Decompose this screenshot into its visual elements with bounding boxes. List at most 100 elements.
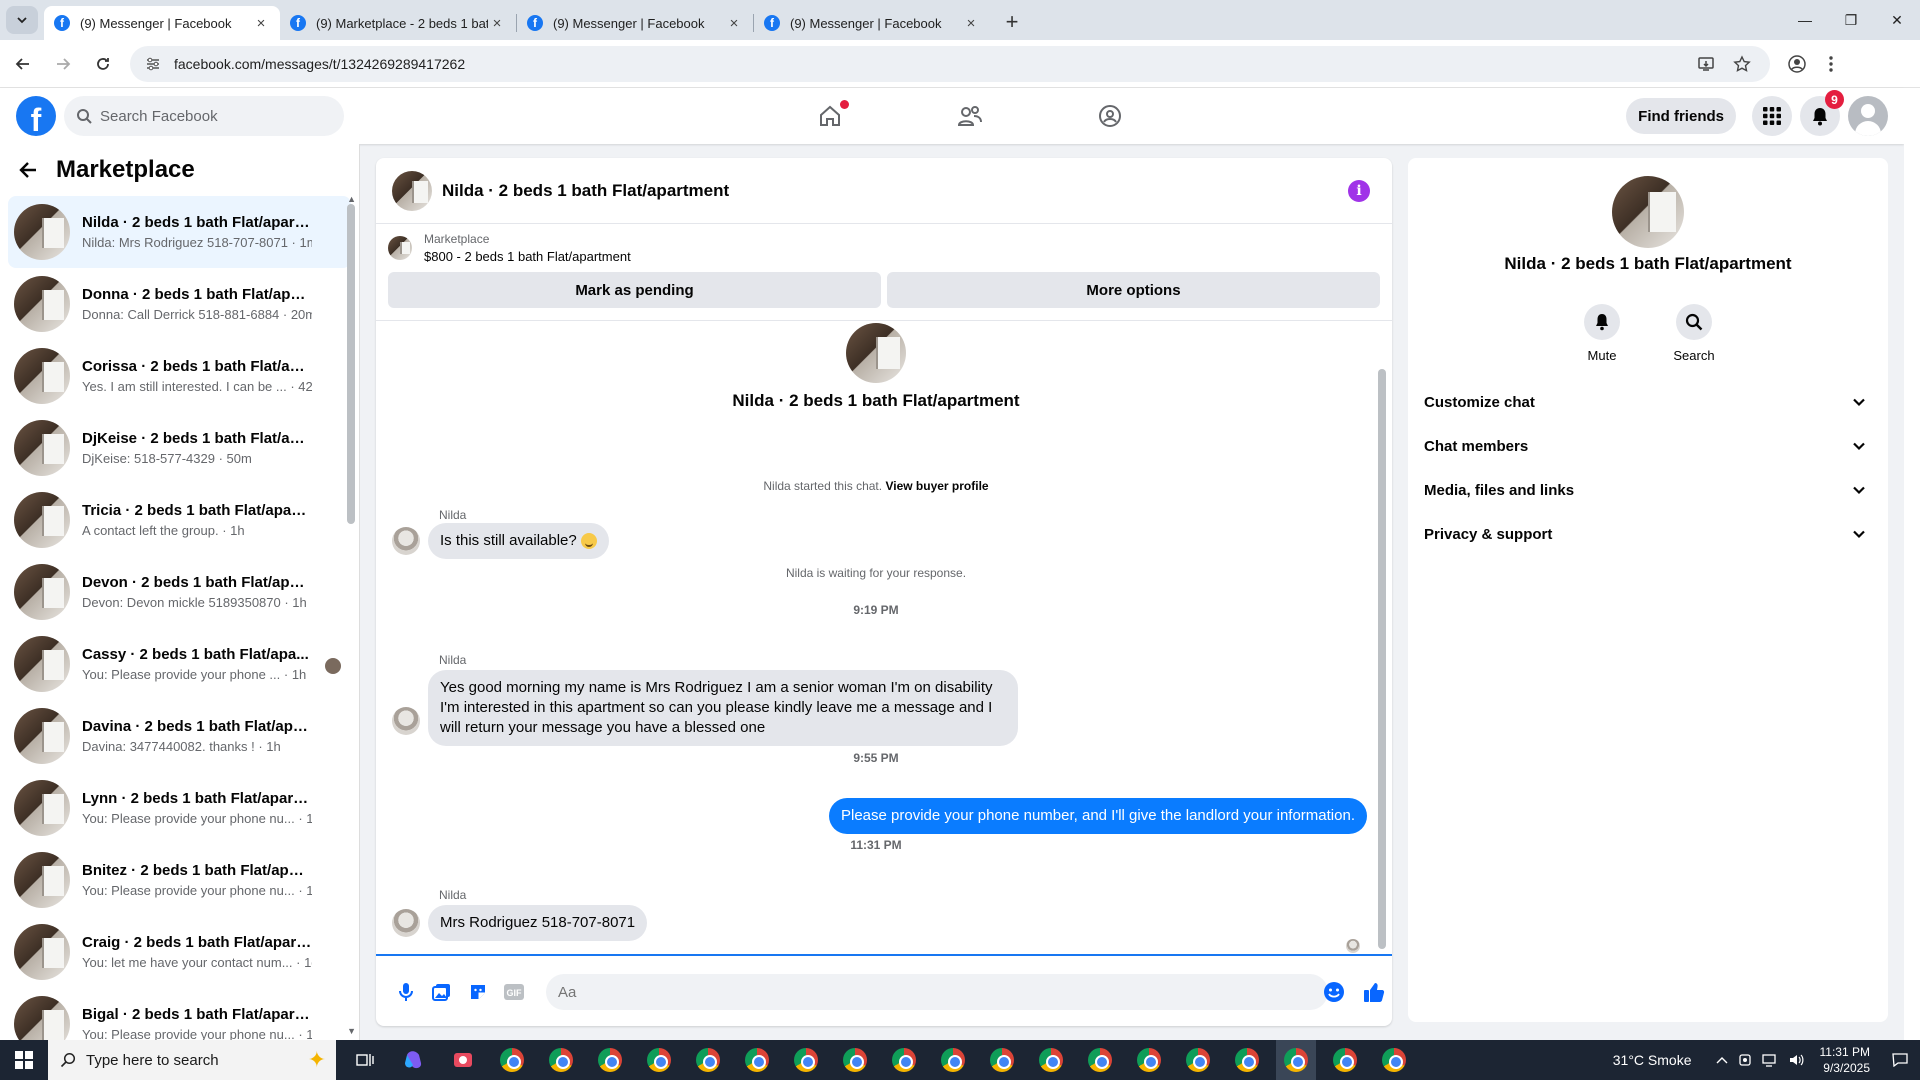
conversation-item[interactable]: Craig · 2 beds 1 bath Flat/apart... You: … [8,916,351,988]
forward-button[interactable] [46,47,80,81]
chrome-icon[interactable] [786,1040,826,1080]
install-app-icon[interactable] [1692,50,1720,78]
chrome-icon[interactable] [1129,1040,1169,1080]
tab-search-button[interactable] [6,6,38,34]
chrome-icon[interactable] [492,1040,532,1080]
bookmark-star-icon[interactable] [1728,50,1756,78]
chrome-icon[interactable] [1227,1040,1267,1080]
chrome-icon[interactable] [688,1040,728,1080]
chrome-icon[interactable] [737,1040,777,1080]
conversation-item[interactable]: Davina · 2 beds 1 bath Flat/apart... Davi… [8,700,351,772]
browser-tab[interactable]: f (9) Messenger | Facebook × [517,6,753,40]
facebook-search-input[interactable]: Search Facebook [64,96,344,136]
reload-button[interactable] [86,47,120,81]
message-bubble-incoming[interactable]: Yes good morning my name is Mrs Rodrigue… [428,670,1018,746]
listing-avatar[interactable] [392,170,432,211]
chrome-icon[interactable] [1374,1040,1414,1080]
nav-groups[interactable] [1040,88,1180,144]
listing-title[interactable]: $800 - 2 beds 1 bath Flat/apartment [424,249,631,264]
conversation-item[interactable]: DjKeise · 2 beds 1 bath Flat/apar... DjKe… [8,412,351,484]
nav-home[interactable] [760,88,900,144]
weather-widget[interactable]: 31°C Smoke [1613,1052,1692,1068]
conversation-item[interactable]: Corissa · 2 beds 1 bath Flat/apar... Yes.… [8,340,351,412]
address-bar[interactable]: facebook.com/messages/t/1324269289417262 [130,45,1770,82]
facebook-logo[interactable]: f [16,96,56,136]
chevron-up-icon[interactable] [1716,1056,1728,1064]
minimize-icon[interactable]: — [1782,0,1828,40]
conversation-item[interactable]: Bnitez · 2 beds 1 bath Flat/apart... You:… [8,844,351,916]
chrome-icon[interactable] [1178,1040,1218,1080]
emoji-icon[interactable] [1316,974,1352,1010]
view-buyer-profile-link[interactable]: View buyer profile [885,479,988,493]
close-icon[interactable]: × [252,14,270,32]
scroll-down-arrow-icon[interactable]: ▼ [347,1026,356,1036]
taskbar-search[interactable]: Type here to search ✦ [48,1040,336,1080]
chrome-icon[interactable] [639,1040,679,1080]
chrome-icon[interactable] [982,1040,1022,1080]
conversation-item[interactable]: Lynn · 2 beds 1 bath Flat/apartm... You: … [8,772,351,844]
scroll-up-arrow-icon[interactable]: ▲ [347,194,356,204]
browser-tab[interactable]: f (9) Messenger | Facebook × [754,6,990,40]
restore-icon[interactable]: ❐ [1828,0,1874,40]
system-clock[interactable]: 11:31 PM 9/3/2025 [1820,1044,1870,1076]
listing-profile-avatar[interactable] [1612,176,1684,248]
conversation-item[interactable]: Donna · 2 beds 1 bath Flat/apart... Donna… [8,268,351,340]
info-icon[interactable]: i [1348,179,1370,202]
notification-center-icon[interactable] [1880,1040,1920,1080]
nav-friends[interactable] [900,88,1040,144]
customize-chat-section[interactable]: Customize chat [1424,380,1872,424]
new-tab-button[interactable]: + [998,8,1026,36]
page-scrollbar[interactable] [1904,88,1920,1040]
back-arrow-icon[interactable] [18,160,38,180]
chrome-icon[interactable] [1325,1040,1365,1080]
message-input[interactable] [546,974,1328,1010]
snipping-tool-icon[interactable] [443,1040,483,1080]
mute-button[interactable]: Mute [1574,304,1630,363]
message-bubble-incoming[interactable]: Is this still available? [428,523,609,559]
chrome-icon[interactable] [933,1040,973,1080]
scrollbar[interactable] [1378,369,1386,949]
network-icon[interactable] [1761,1053,1778,1067]
volume-icon[interactable] [1788,1053,1804,1067]
photo-icon[interactable] [424,974,460,1010]
chat-title[interactable]: Nilda · 2 beds 1 bath Flat/apartment [442,181,729,201]
conversation-item[interactable]: Nilda · 2 beds 1 bath Flat/apart... Nilda… [8,196,351,268]
copilot-icon[interactable] [394,1040,434,1080]
thumbs-up-icon[interactable] [1356,974,1392,1010]
chrome-icon[interactable] [835,1040,875,1080]
chrome-icon[interactable] [1276,1040,1316,1080]
conversation-item[interactable]: Cassy · 2 beds 1 bath Flat/apa... You: Pl… [8,628,351,700]
profile-icon[interactable] [1780,47,1814,81]
chrome-icon[interactable] [590,1040,630,1080]
close-icon[interactable]: × [488,14,506,32]
notifications-button[interactable]: 9 [1800,90,1844,136]
scrollbar[interactable] [347,204,355,524]
conversation-item[interactable]: Bigal · 2 beds 1 bath Flat/apartm... You:… [8,988,351,1040]
message-bubble-incoming[interactable]: Mrs Rodriguez 518-707-8071 [428,905,648,941]
chrome-icon[interactable] [541,1040,581,1080]
chat-members-section[interactable]: Chat members [1424,424,1872,468]
chrome-icon[interactable] [884,1040,924,1080]
mark-as-pending-button[interactable]: Mark as pending [388,272,881,308]
close-icon[interactable]: × [962,14,980,32]
location-icon[interactable] [1738,1053,1752,1067]
privacy-support-section[interactable]: Privacy & support [1424,512,1872,556]
conversation-item[interactable]: Devon · 2 beds 1 bath Flat/apart... Devon… [8,556,351,628]
account-avatar[interactable] [1848,96,1888,136]
menu-kebab-icon[interactable] [1814,47,1848,81]
browser-tab[interactable]: f (9) Messenger | Facebook × [44,6,280,40]
conversation-item[interactable]: Tricia · 2 beds 1 bath Flat/apart... A co… [8,484,351,556]
back-button[interactable] [6,47,40,81]
more-options-button[interactable]: More options [887,272,1380,308]
close-window-icon[interactable]: ✕ [1874,0,1920,40]
sticker-icon[interactable] [460,974,496,1010]
task-view-icon[interactable] [345,1040,385,1080]
start-button[interactable] [0,1040,48,1080]
site-info-icon[interactable] [144,55,162,73]
media-files-links-section[interactable]: Media, files and links [1424,468,1872,512]
microphone-icon[interactable] [388,974,424,1010]
find-friends-button[interactable]: Find friends [1626,98,1736,134]
gif-icon[interactable]: GIF [496,974,532,1010]
chrome-icon[interactable] [1080,1040,1120,1080]
browser-tab[interactable]: f (9) Marketplace - 2 beds 1 bath × [280,6,516,40]
